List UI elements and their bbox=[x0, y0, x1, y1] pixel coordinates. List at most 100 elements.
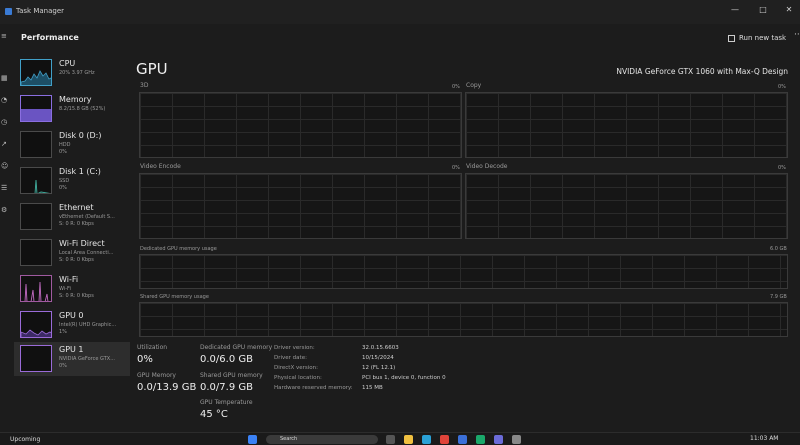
sidebar-item-label: Disk 0 (D:) bbox=[59, 131, 102, 140]
sidebar-item-cpu[interactable]: CPU 20% 3.97 GHz bbox=[14, 56, 130, 90]
taskbar: Upcoming Search 11:03 AM bbox=[0, 432, 800, 445]
graph-label-video-encode: Video Encode bbox=[140, 163, 181, 170]
maximize-button[interactable]: □ bbox=[756, 4, 770, 16]
services-icon[interactable]: ⚙ bbox=[1, 206, 9, 216]
close-button[interactable]: ✕ bbox=[782, 4, 796, 16]
graph-video-decode bbox=[465, 173, 788, 239]
sidebar-item-value: S: 0 R: 0 Kbps bbox=[59, 257, 94, 263]
task-manager-taskbar-icon[interactable] bbox=[494, 435, 503, 444]
utilization-value: 0% bbox=[137, 354, 153, 365]
run-task-icon bbox=[728, 34, 735, 42]
sidebar-item-disk-1[interactable]: Disk 1 (C:) SSD 0% bbox=[14, 164, 130, 198]
sidebar-item-disk-0[interactable]: Disk 0 (D:) HDD 0% bbox=[14, 128, 130, 162]
sidebar-item-wifi[interactable]: Wi-Fi Wi-Fi S: 0 R: 0 Kbps bbox=[14, 272, 130, 306]
dedicated-memory-label: Dedicated GPU memory usage bbox=[140, 246, 217, 252]
minimize-button[interactable]: — bbox=[728, 4, 742, 16]
detail-key: Driver version: bbox=[274, 345, 315, 351]
sidebar-item-value: 0% bbox=[59, 363, 67, 369]
start-icon[interactable] bbox=[248, 435, 257, 444]
hamburger-icon[interactable]: ≡ bbox=[1, 32, 9, 42]
run-new-task-label: Run new task bbox=[739, 34, 787, 42]
edge-icon[interactable] bbox=[422, 435, 431, 444]
graph-label-video-decode: Video Decode bbox=[466, 163, 508, 170]
disk-graph-icon bbox=[20, 131, 52, 158]
sidebar-item-value: 0% bbox=[59, 185, 67, 191]
chrome-icon[interactable] bbox=[440, 435, 449, 444]
clock[interactable]: 11:03 AM bbox=[750, 435, 778, 442]
gpu-graph-icon bbox=[20, 311, 52, 338]
gpu-temperature-label: GPU Temperature bbox=[200, 399, 253, 406]
performance-icon[interactable]: ◔ bbox=[1, 96, 9, 106]
dedicated-gpu-memory-value: 0.0/6.0 GB bbox=[200, 354, 253, 365]
sidebar-item-detail: 20% 3.97 GHz bbox=[59, 70, 95, 76]
disk-graph-icon bbox=[20, 167, 52, 194]
graph-copy bbox=[465, 92, 788, 158]
graph-label-3d: 3D bbox=[140, 82, 149, 89]
sidebar-item-label: GPU 1 bbox=[59, 345, 84, 354]
graph-dedicated-memory bbox=[139, 254, 788, 289]
dedicated-memory-max: 6.0 GB bbox=[770, 246, 787, 252]
graph-shared-memory bbox=[139, 302, 788, 337]
detail-key: DirectX version: bbox=[274, 365, 318, 371]
gpu-graph-icon bbox=[20, 345, 52, 372]
graph-video-encode bbox=[139, 173, 462, 239]
sidebar-item-detail: vEthernet (Default S... bbox=[59, 214, 115, 220]
graph-label-copy: Copy bbox=[466, 82, 482, 89]
sidebar-item-value: S: 0 R: 0 Kbps bbox=[59, 221, 94, 227]
processes-icon[interactable]: ▦ bbox=[1, 74, 9, 84]
graph-3d bbox=[139, 92, 462, 158]
sidebar-item-memory[interactable]: Memory 8.2/15.8 GB (52%) bbox=[14, 92, 130, 126]
app-history-icon[interactable]: ◷ bbox=[1, 118, 9, 128]
startup-apps-icon[interactable]: ↗ bbox=[1, 140, 9, 150]
sidebar-item-detail: 8.2/15.8 GB (52%) bbox=[59, 106, 106, 112]
detail-value: 12 (FL 12.1) bbox=[362, 365, 396, 371]
taskbar-search[interactable]: Search bbox=[266, 435, 378, 444]
sidebar-item-label: Wi-Fi Direct bbox=[59, 239, 105, 248]
shared-gpu-memory-label: Shared GPU memory bbox=[200, 372, 263, 379]
detail-value: 10/15/2024 bbox=[362, 355, 394, 361]
sidebar-item-label: Wi-Fi bbox=[59, 275, 79, 284]
detail-value: PCI bus 1, device 0, function 0 bbox=[362, 375, 446, 381]
sidebar-item-detail: Wi-Fi bbox=[59, 286, 71, 292]
sidebar-item-label: Ethernet bbox=[59, 203, 94, 212]
detail-key: Hardware reserved memory: bbox=[274, 385, 353, 391]
utilization-label: Utilization bbox=[137, 344, 168, 351]
more-options-button[interactable]: ··· bbox=[794, 30, 800, 40]
shared-memory-label: Shared GPU memory usage bbox=[140, 294, 209, 300]
sidebar-item-gpu-1[interactable]: GPU 1 NVIDIA GeForce GTX... 0% bbox=[14, 342, 130, 376]
task-view-icon[interactable] bbox=[386, 435, 395, 444]
sidebar-item-value: 1% bbox=[59, 329, 67, 335]
graph-pct-3d: 0% bbox=[452, 84, 460, 90]
window-title: Task Manager bbox=[16, 7, 65, 15]
run-new-task-button[interactable]: Run new task bbox=[728, 32, 786, 44]
users-icon[interactable]: ☺ bbox=[1, 162, 9, 172]
shared-gpu-memory-value: 0.0/7.9 GB bbox=[200, 382, 253, 393]
sidebar-item-ethernet[interactable]: Ethernet vEthernet (Default S... S: 0 R:… bbox=[14, 200, 130, 234]
sidebar-item-gpu-0[interactable]: GPU 0 Intel(R) UHD Graphic... 1% bbox=[14, 308, 130, 342]
widgets-upcoming[interactable]: Upcoming bbox=[10, 436, 40, 443]
detail-value: 115 MB bbox=[362, 385, 383, 391]
sidebar-item-detail: Intel(R) UHD Graphic... bbox=[59, 322, 117, 328]
store-icon[interactable] bbox=[458, 435, 467, 444]
sidebar-item-detail: Local Area Connecti... bbox=[59, 250, 114, 256]
file-explorer-icon[interactable] bbox=[404, 435, 413, 444]
wifi-graph-icon bbox=[20, 275, 52, 302]
sidebar-item-detail: SSD bbox=[59, 178, 70, 184]
gpu-memory-value: 0.0/13.9 GB bbox=[137, 382, 197, 393]
nav-rail: ≡ ▦ ◔ ◷ ↗ ☺ ☰ ⚙ bbox=[0, 24, 12, 432]
sidebar-item-label: GPU 0 bbox=[59, 311, 84, 320]
dedicated-gpu-memory-label: Dedicated GPU memory bbox=[200, 344, 273, 351]
gpu-model-name: NVIDIA GeForce GTX 1060 with Max-Q Desig… bbox=[616, 67, 788, 76]
sidebar-item-label: CPU bbox=[59, 59, 76, 68]
details-icon[interactable]: ☰ bbox=[1, 184, 9, 194]
sidebar-item-label: Memory bbox=[59, 95, 92, 104]
detail-key: Physical location: bbox=[274, 375, 322, 381]
memory-graph-icon bbox=[20, 95, 52, 122]
app-icon[interactable] bbox=[476, 435, 485, 444]
page-title: Performance bbox=[21, 33, 79, 42]
graph-pct-video-encode: 0% bbox=[452, 165, 460, 171]
cpu-graph-icon bbox=[20, 59, 52, 86]
app-icon[interactable] bbox=[512, 435, 521, 444]
sidebar-item-wifi-direct[interactable]: Wi-Fi Direct Local Area Connecti... S: 0… bbox=[14, 236, 130, 270]
ethernet-graph-icon bbox=[20, 203, 52, 230]
